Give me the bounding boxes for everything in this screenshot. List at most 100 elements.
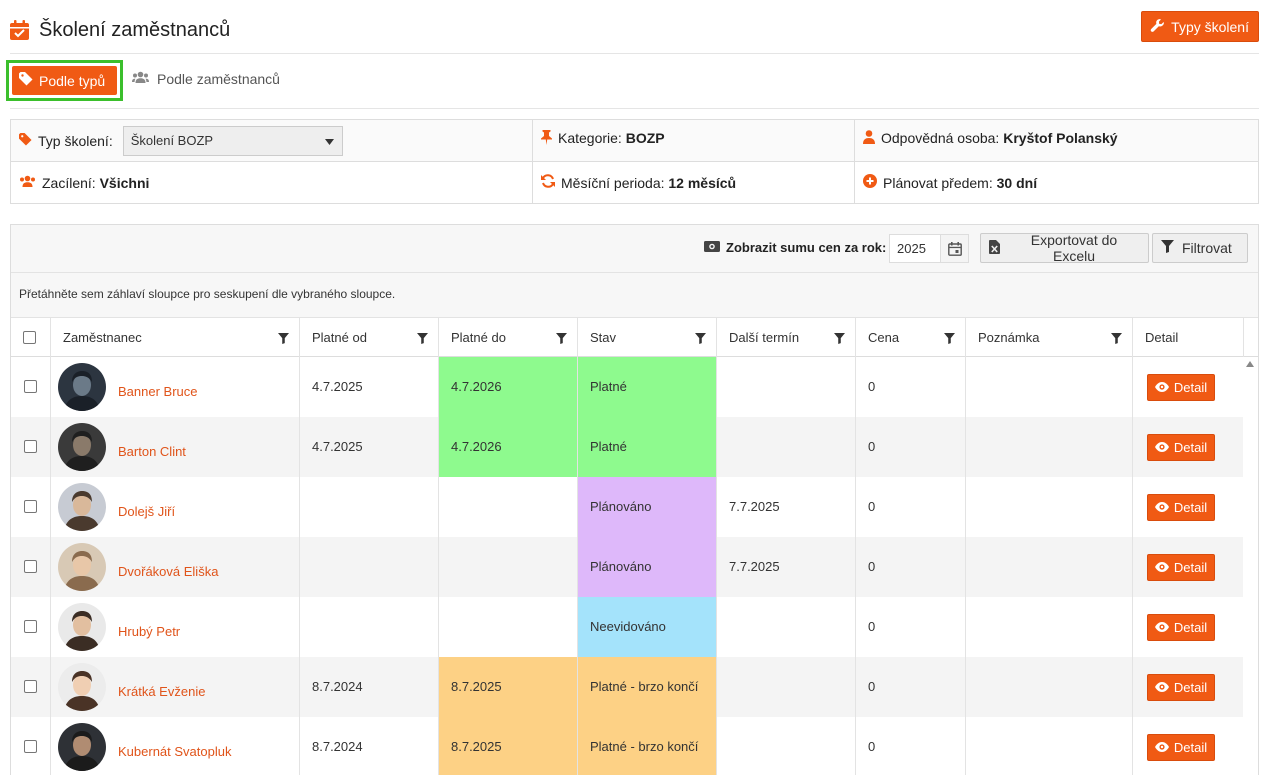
training-type-cell: Typ školení: Školení BOZP bbox=[11, 120, 533, 161]
row-checkbox[interactable] bbox=[24, 740, 37, 753]
row-select-cell bbox=[11, 597, 51, 657]
eye-icon bbox=[1154, 620, 1169, 635]
price-cell: 0 bbox=[856, 477, 966, 537]
column-header-detail: Detail bbox=[1133, 318, 1244, 357]
plan-ahead-value: 30 dní bbox=[996, 174, 1038, 191]
page-header: Školení zaměstnanců Typy školení bbox=[10, 0, 1259, 54]
column-header-status[interactable]: Stav bbox=[578, 318, 717, 357]
row-select-cell bbox=[11, 717, 51, 775]
detail-button[interactable]: Detail bbox=[1147, 734, 1215, 761]
note-cell bbox=[966, 657, 1133, 717]
eye-icon bbox=[1154, 380, 1169, 395]
table-row[interactable]: Dolejš Jiří Plánováno 7.7.2025 0 Detail bbox=[11, 477, 1243, 537]
detail-button[interactable]: Detail bbox=[1147, 674, 1215, 701]
column-valid-to-label: Platné do bbox=[451, 330, 506, 345]
filter-button[interactable]: Filtrovat bbox=[1152, 233, 1248, 263]
year-value: 2025 bbox=[897, 241, 926, 256]
column-status-label: Stav bbox=[590, 330, 617, 345]
note-cell bbox=[966, 597, 1133, 657]
select-all-checkbox[interactable] bbox=[23, 331, 36, 344]
monthly-period-cell: Měsíční perioda: 12 měsíců bbox=[533, 162, 855, 203]
row-select-cell bbox=[11, 357, 51, 417]
price-cell: 0 bbox=[856, 657, 966, 717]
status-cell: Plánováno bbox=[578, 537, 717, 597]
export-excel-button[interactable]: Exportovat do Excelu bbox=[980, 232, 1149, 264]
column-header-price[interactable]: Cena bbox=[856, 318, 966, 357]
column-header-note[interactable]: Poznámka bbox=[966, 318, 1133, 357]
table-row[interactable]: Barton Clint 4.7.2025 4.7.2026 Platné 0 Det… bbox=[11, 417, 1243, 477]
scroll-up-arrow-icon[interactable] bbox=[1246, 361, 1254, 367]
table-row[interactable]: Kubernát Svatopluk 8.7.2024 8.7.2025 Platn… bbox=[11, 717, 1243, 775]
row-checkbox[interactable] bbox=[24, 680, 37, 693]
column-header-valid-from[interactable]: Platné od bbox=[300, 318, 439, 357]
eye-icon bbox=[1154, 560, 1169, 575]
avatar bbox=[58, 723, 106, 771]
price-cell: 0 bbox=[856, 357, 966, 417]
detail-button[interactable]: Detail bbox=[1147, 374, 1215, 401]
table-row[interactable]: Banner Bruce 4.7.2025 4.7.2026 Platné 0 Det… bbox=[11, 357, 1243, 417]
filter-icon[interactable] bbox=[695, 332, 706, 347]
employee-name-link[interactable]: Krátká Evženie bbox=[118, 684, 205, 699]
plus-circle-icon bbox=[863, 174, 877, 191]
table-row[interactable]: Krátká Evženie 8.7.2024 8.7.2025 Platné - … bbox=[11, 657, 1243, 717]
table-row[interactable]: Dvořáková Eliška Plánováno 7.7.2025 0 Deta… bbox=[11, 537, 1243, 597]
detail-label: Detail bbox=[1173, 620, 1208, 635]
employee-name-link[interactable]: Dvořáková Eliška bbox=[118, 564, 218, 579]
column-valid-from-label: Platné od bbox=[312, 330, 367, 345]
detail-cell: Detail bbox=[1133, 657, 1243, 717]
employee-name-link[interactable]: Kubernát Svatopluk bbox=[118, 744, 231, 759]
row-checkbox[interactable] bbox=[24, 440, 37, 453]
column-next-date-label: Další termín bbox=[729, 330, 800, 345]
detail-button[interactable]: Detail bbox=[1147, 554, 1215, 581]
filter-icon[interactable] bbox=[834, 332, 845, 347]
caret-down-icon bbox=[324, 133, 334, 148]
row-checkbox[interactable] bbox=[24, 560, 37, 573]
employee-cell: Banner Bruce bbox=[51, 357, 300, 417]
training-types-label: Typy školení bbox=[1171, 18, 1249, 35]
filter-icon[interactable] bbox=[556, 332, 567, 347]
tab-by-employee[interactable]: Podle zaměstnanců bbox=[132, 71, 280, 87]
detail-button[interactable]: Detail bbox=[1147, 494, 1215, 521]
column-header-valid-to[interactable]: Platné do bbox=[439, 318, 578, 357]
column-header-employee[interactable]: Zaměstnanec bbox=[51, 318, 300, 357]
tab-by-type[interactable]: Podle typů bbox=[6, 60, 123, 101]
table-row[interactable]: Hrubý Petr Neevidováno 0 Detail bbox=[11, 597, 1243, 657]
users-icon bbox=[19, 175, 36, 191]
employee-name-link[interactable]: Barton Clint bbox=[118, 444, 186, 459]
column-note-label: Poznámka bbox=[978, 330, 1040, 345]
valid-to-cell bbox=[439, 537, 578, 597]
next-date-cell bbox=[717, 357, 856, 417]
detail-button[interactable]: Detail bbox=[1147, 614, 1215, 641]
next-date-cell: 7.7.2025 bbox=[717, 477, 856, 537]
detail-button[interactable]: Detail bbox=[1147, 434, 1215, 461]
valid-to-cell: 8.7.2025 bbox=[439, 717, 578, 775]
row-checkbox[interactable] bbox=[24, 500, 37, 513]
training-type-select[interactable]: Školení BOZP bbox=[122, 125, 343, 156]
filter-icon[interactable] bbox=[278, 332, 289, 347]
detail-cell: Detail bbox=[1133, 597, 1243, 657]
valid-from-cell: 4.7.2025 bbox=[300, 417, 439, 477]
row-checkbox[interactable] bbox=[24, 380, 37, 393]
eye-icon bbox=[1154, 500, 1169, 515]
targeting-value: Všichni bbox=[99, 174, 150, 191]
employee-name-link[interactable]: Hrubý Petr bbox=[118, 624, 180, 639]
employee-name-link[interactable]: Banner Bruce bbox=[118, 384, 198, 399]
employee-name-link[interactable]: Dolejš Jiří bbox=[118, 504, 175, 519]
column-header-next-date[interactable]: Další termín bbox=[717, 318, 856, 357]
training-types-button[interactable]: Typy školení bbox=[1141, 11, 1259, 42]
filter-icon[interactable] bbox=[1111, 332, 1122, 347]
group-by-drop-zone[interactable]: Přetáhněte sem záhlaví sloupce pro sesku… bbox=[11, 273, 1258, 318]
status-cell: Neevidováno bbox=[578, 597, 717, 657]
year-picker[interactable]: 2025 bbox=[889, 234, 969, 263]
calendar-icon[interactable] bbox=[940, 235, 968, 262]
users-icon bbox=[132, 71, 149, 87]
detail-label: Detail bbox=[1173, 440, 1208, 455]
detail-cell: Detail bbox=[1133, 537, 1243, 597]
note-cell bbox=[966, 357, 1133, 417]
user-icon bbox=[863, 130, 875, 147]
row-checkbox[interactable] bbox=[24, 620, 37, 633]
filter-icon[interactable] bbox=[417, 332, 428, 347]
tag-icon bbox=[19, 72, 33, 89]
vertical-scrollbar[interactable] bbox=[1243, 357, 1258, 775]
filter-icon[interactable] bbox=[944, 332, 955, 347]
